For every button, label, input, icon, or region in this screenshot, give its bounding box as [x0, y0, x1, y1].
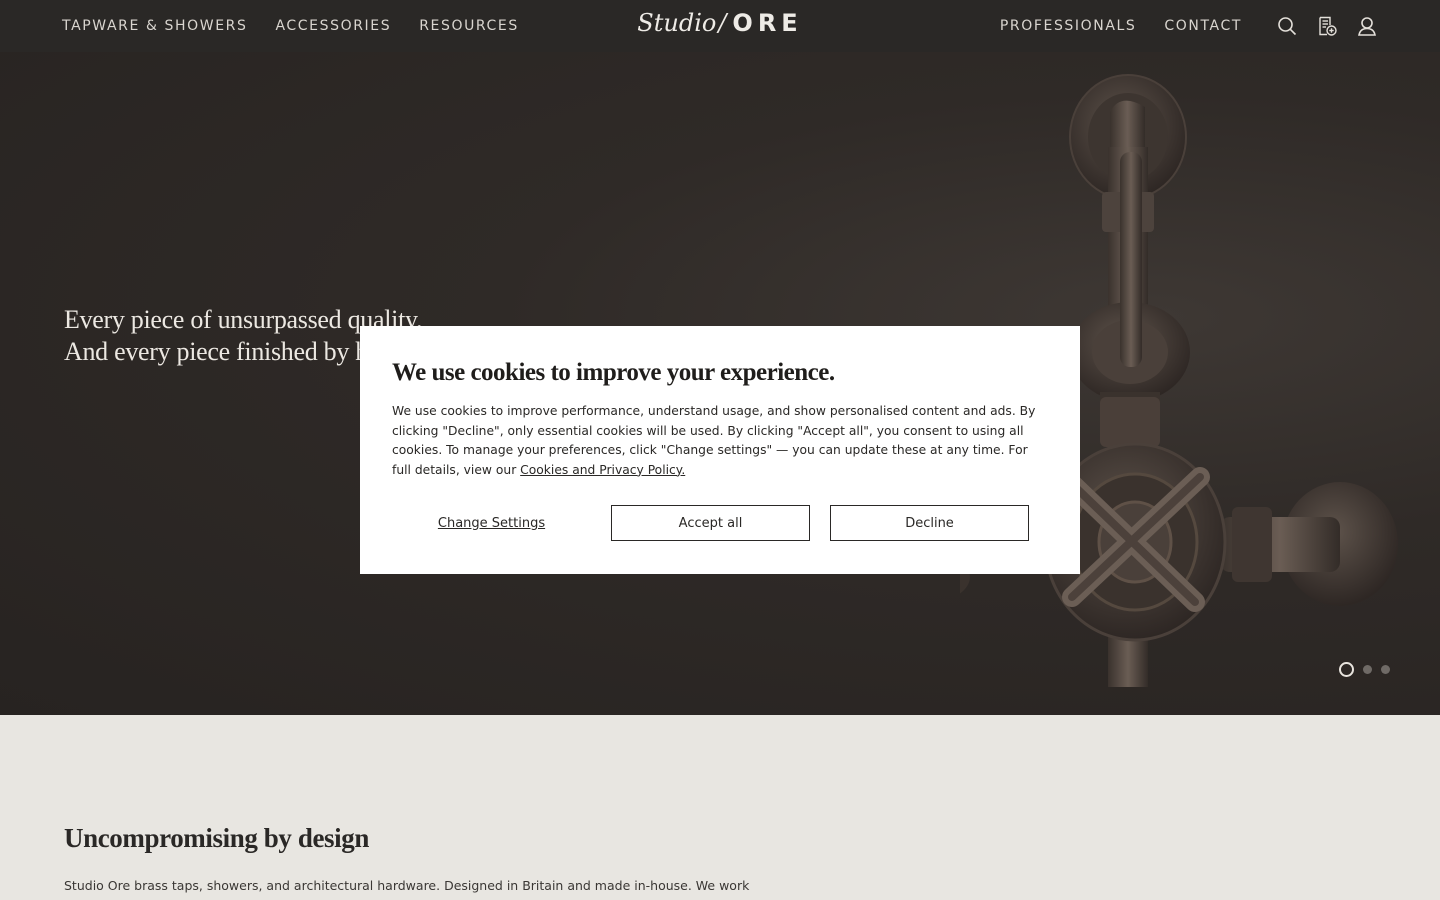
- primary-nav: TAPWARE & SHOWERS ACCESSORIES RESOURCES: [62, 18, 519, 34]
- accept-all-button[interactable]: Accept all: [611, 505, 810, 541]
- nav-tapware-showers[interactable]: TAPWARE & SHOWERS: [62, 18, 247, 34]
- site-header: TAPWARE & SHOWERS ACCESSORIES RESOURCES …: [0, 0, 1440, 52]
- logo-slash: /: [718, 9, 727, 37]
- cookie-body-text: We use cookies to improve performance, u…: [392, 404, 1036, 477]
- carousel-dot-1[interactable]: [1339, 662, 1354, 677]
- nav-contact[interactable]: CONTACT: [1164, 18, 1242, 34]
- cookie-title: We use cookies to improve your experienc…: [392, 359, 835, 386]
- quote-list-icon[interactable]: [1316, 15, 1338, 37]
- site-logo[interactable]: Studio / ORE: [637, 9, 802, 37]
- carousel-dot-3[interactable]: [1381, 665, 1390, 674]
- nav-accessories[interactable]: ACCESSORIES: [275, 18, 391, 34]
- decline-button[interactable]: Decline: [830, 505, 1029, 541]
- nav-resources[interactable]: RESOURCES: [419, 18, 519, 34]
- secondary-nav: PROFESSIONALS CONTACT: [1000, 15, 1378, 37]
- nav-professionals[interactable]: PROFESSIONALS: [1000, 18, 1137, 34]
- logo-script: Studio: [637, 9, 717, 37]
- carousel-dots: [1339, 662, 1390, 677]
- intro-title: Uncompromising by design: [64, 823, 369, 853]
- account-icon[interactable]: [1356, 15, 1378, 37]
- carousel-dot-2[interactable]: [1363, 665, 1372, 674]
- cookie-description: We use cookies to improve performance, u…: [392, 402, 1042, 480]
- cookie-policy-link[interactable]: Cookies and Privacy Policy.: [520, 463, 685, 477]
- intro-section: Uncompromising by design Studio Ore bras…: [0, 715, 1440, 900]
- change-settings-button[interactable]: Change Settings: [392, 505, 591, 541]
- search-icon[interactable]: [1276, 15, 1298, 37]
- cookie-consent-dialog: We use cookies to improve your experienc…: [360, 326, 1080, 574]
- cookie-actions: Change Settings Accept all Decline: [392, 505, 1029, 541]
- header-icons: [1276, 15, 1378, 37]
- logo-wordmark: ORE: [732, 9, 803, 37]
- intro-body: Studio Ore brass taps, showers, and arch…: [64, 878, 750, 893]
